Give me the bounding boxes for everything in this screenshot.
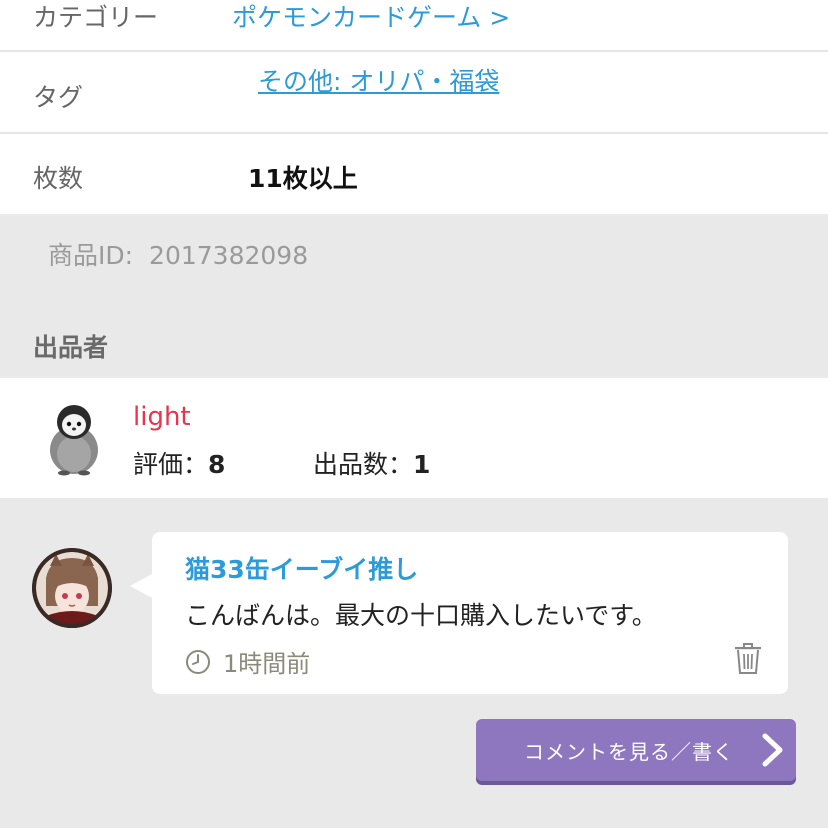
comment-text: こんばんは。最大の十口購入したいです。 [185, 601, 657, 630]
seller-rating: 評価：8 [133, 445, 225, 481]
product-id-value: 2017382098 [149, 241, 309, 270]
count-row: 枚数 11枚以上 [0, 134, 828, 214]
seller-card[interactable]: light 評価：8 出品数：1 [0, 378, 828, 498]
comment-time-text: 1時間前 [223, 650, 311, 678]
comment-button-label: コメントを見る／書く [524, 740, 734, 764]
category-label: カテゴリー [33, 3, 159, 32]
commenter-avatar[interactable] [32, 548, 112, 628]
tag-label: タグ [33, 83, 84, 112]
category-link[interactable]: ポケモンカードゲーム > [232, 0, 510, 34]
listings-label: 出品数： [313, 450, 414, 479]
seller-stats: 評価：8 出品数：1 [133, 445, 430, 481]
count-value: 11枚以上 [248, 164, 358, 193]
count-label: 枚数 [33, 164, 84, 193]
tag-link[interactable]: その他: オリパ・福袋 [258, 62, 499, 98]
rating-label: 評価： [133, 450, 209, 479]
commenter-name[interactable]: 猫33缶イーブイ推し [185, 550, 418, 586]
tag-row: タグ その他: オリパ・福袋 [0, 52, 828, 134]
trash-icon[interactable] [734, 643, 762, 675]
category-row: カテゴリー ポケモンカードゲーム > [0, 0, 828, 52]
listings-value: 1 [413, 450, 431, 479]
product-id: 商品ID: 2017382098 [48, 236, 308, 272]
user-avatar [32, 548, 112, 628]
seller-name[interactable]: light [133, 402, 191, 432]
penguin-avatar[interactable] [44, 400, 104, 476]
view-write-comments-button[interactable]: コメントを見る／書く [476, 719, 796, 781]
comment-bubble: 猫33缶イーブイ推し こんばんは。最大の十口購入したいです。 1時間前 [130, 532, 788, 694]
rating-value: 8 [208, 450, 226, 479]
comment-time: 1時間前 [185, 644, 310, 679]
clock-icon [186, 649, 210, 674]
chevron-right-icon [762, 733, 783, 767]
product-id-label: 商品ID: [48, 241, 134, 270]
seller-listings: 出品数：1 [313, 445, 430, 481]
seller-section-title: 出品者 [33, 333, 109, 362]
